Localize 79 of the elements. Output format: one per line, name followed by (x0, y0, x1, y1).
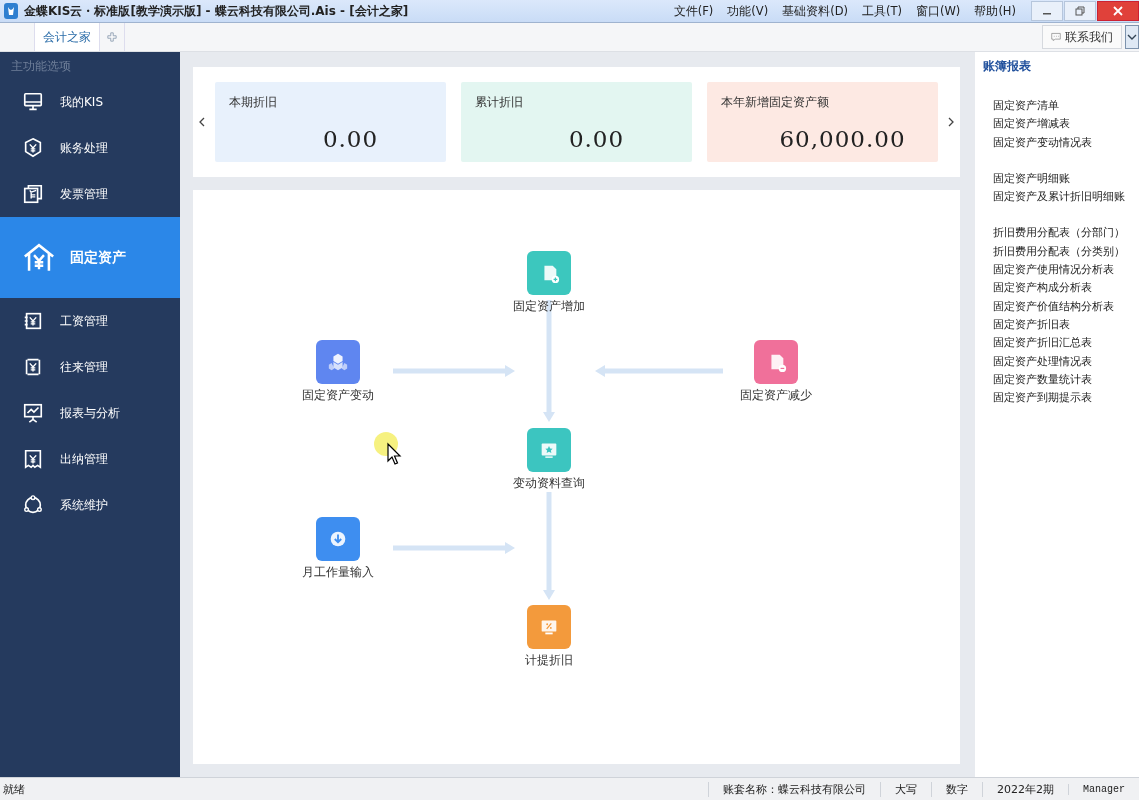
report-link[interactable]: 固定资产折旧汇总表 (993, 334, 1139, 353)
report-link[interactable]: 固定资产清单 (993, 97, 1139, 116)
chart-board-icon (22, 402, 44, 424)
node-label[interactable]: 月工作量输入 (302, 565, 374, 580)
node-tile[interactable] (316, 517, 360, 561)
report-link[interactable]: 折旧费用分配表（分类别） (993, 242, 1139, 262)
node-tile[interactable] (527, 251, 571, 295)
card-label: 本期折旧 (229, 94, 278, 111)
report-link[interactable]: 固定资产变动情况表 (993, 133, 1139, 152)
node-tile[interactable] (754, 340, 798, 384)
node-tile[interactable] (527, 428, 571, 472)
node-label[interactable]: 计提折旧 (525, 653, 573, 668)
add-tab-icon[interactable] (107, 31, 117, 43)
chevron-right-icon[interactable] (946, 116, 956, 128)
card-label: 累计折旧 (475, 94, 524, 111)
cycle-icon (22, 494, 44, 516)
reports-title: 账簿报表 (983, 58, 1032, 75)
report-link[interactable]: 固定资产价值结构分析表 (993, 297, 1139, 316)
sidebar-item[interactable]: 报表与分析 (0, 390, 180, 436)
sidebar-item[interactable]: 出纳管理 (0, 436, 180, 482)
status-text: 2022年2期 (982, 781, 1068, 797)
app-logo-icon (4, 3, 18, 19)
sidebar-item[interactable]: 发票管理 (0, 171, 180, 217)
menu-item[interactable]: 窗口(W) (916, 3, 961, 19)
contact-button[interactable]: 联系我们 (1042, 25, 1122, 49)
minimize-button[interactable] (1031, 1, 1063, 21)
report-link[interactable]: 固定资产处理情况表 (993, 352, 1139, 371)
cubes-icon (327, 351, 349, 373)
card-label: 本年新增固定资产额 (721, 94, 830, 111)
monitor-icon (22, 91, 44, 113)
invoice-icon (22, 183, 44, 205)
report-link[interactable]: 固定资产使用情况分析表 (993, 261, 1139, 280)
dropdown-button[interactable] (1125, 25, 1139, 49)
restore-button[interactable] (1064, 1, 1096, 21)
payroll-icon (22, 310, 44, 332)
report-link[interactable]: 固定资产折旧表 (993, 315, 1139, 335)
menu-item[interactable]: 工具(T) (862, 3, 902, 19)
sidebar-item[interactable]: 账务处理 (0, 125, 180, 171)
chat-icon (1051, 31, 1061, 43)
report-link[interactable]: 固定资产增减表 (993, 115, 1139, 134)
menu-item[interactable]: 基础资料(D) (782, 3, 848, 19)
chevron-left-icon[interactable] (197, 116, 207, 128)
sidebar-item[interactable]: 工资管理 (0, 298, 180, 344)
minimize-icon (1043, 13, 1051, 15)
card-value: 60,000.00 (779, 126, 906, 152)
menu-item[interactable]: 帮助(H) (974, 3, 1016, 19)
node-label[interactable]: 固定资产减少 (740, 388, 812, 403)
status-text: 数字 (931, 781, 982, 797)
card-value: 0.00 (568, 126, 625, 152)
node-label[interactable]: 变动资料查询 (513, 476, 585, 491)
close-icon (1113, 5, 1123, 17)
close-button[interactable] (1097, 1, 1139, 21)
window-title: 金蝶KIS云・标准版[教学演示版] - 蝶云科技有限公司.Ais - [会计之家] (24, 2, 410, 20)
report-link[interactable]: 固定资产及累计折旧明细账 (993, 188, 1139, 207)
sidebar-item[interactable]: 我的KIS (0, 79, 180, 125)
node-label[interactable]: 固定资产增加 (513, 299, 585, 314)
status-text: Manager (1068, 783, 1139, 795)
node-label[interactable]: 固定资产变动 (302, 388, 374, 403)
report-link[interactable]: 固定资产到期提示表 (993, 389, 1139, 408)
status-text: 就绪 (2, 781, 26, 797)
restore-icon (1075, 5, 1085, 17)
node-tile[interactable] (316, 340, 360, 384)
report-link[interactable]: 固定资产数量统计表 (993, 370, 1139, 390)
menu-item[interactable]: 功能(V) (727, 3, 769, 19)
status-text: 大写 (880, 781, 931, 797)
sidebar-item[interactable]: 固定资产 (0, 217, 180, 298)
report-link[interactable]: 固定资产构成分析表 (993, 279, 1139, 298)
menu-item[interactable]: 文件(F) (673, 3, 714, 19)
report-link[interactable]: 固定资产明细账 (993, 169, 1139, 189)
tab[interactable]: 会计之家 (34, 23, 100, 51)
sidebar-item[interactable]: 系统维护 (0, 482, 180, 528)
report-link[interactable]: 折旧费用分配表（分部门） (993, 224, 1139, 243)
receipt-icon (22, 448, 44, 470)
sidebar-heading: 主功能选项 (10, 58, 72, 75)
status-text: 账套名称：蝶云科技有限公司 (708, 781, 880, 797)
sidebar-item[interactable]: 往来管理 (0, 344, 180, 390)
yen-shield-icon (22, 137, 44, 159)
node-tile[interactable] (527, 605, 571, 649)
card-value: 0.00 (322, 126, 379, 152)
